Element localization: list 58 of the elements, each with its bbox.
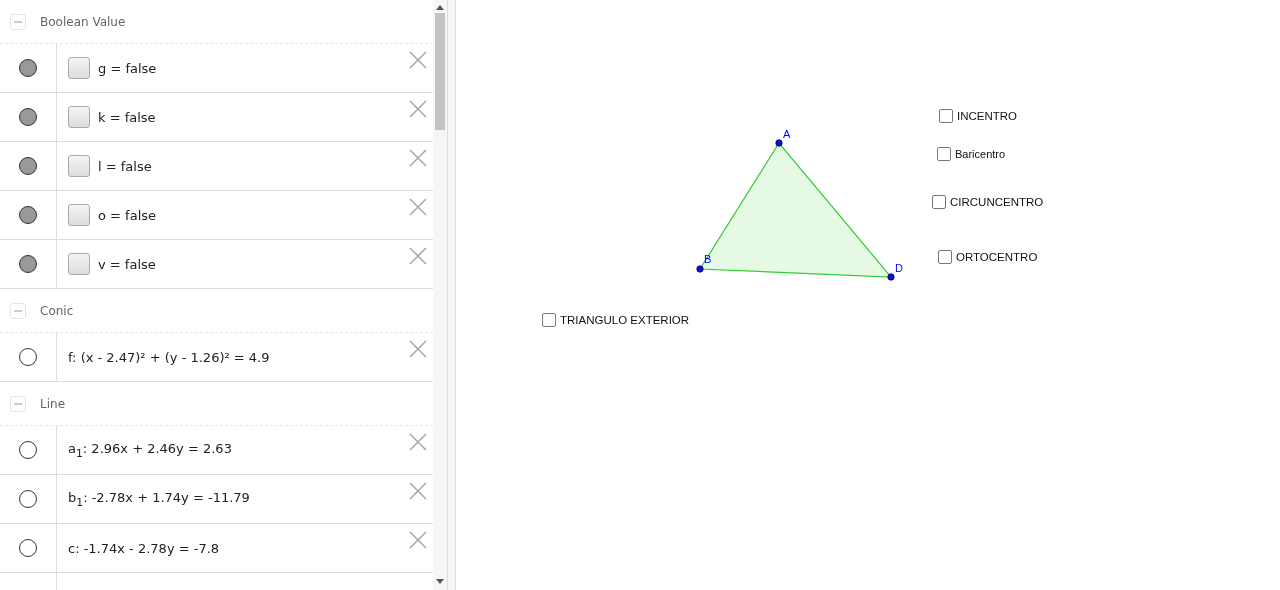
point[interactable]: [696, 265, 704, 273]
scrollbar[interactable]: [433, 0, 447, 590]
checkbox-label[interactable]: CIRCUNCENTRO: [950, 196, 1044, 208]
checkbox[interactable]: [68, 155, 90, 177]
algebra-expression[interactable]: f: (x - 2.47)² + (y - 1.26)² = 4.9: [68, 349, 270, 365]
scroll-thumb[interactable]: [435, 13, 445, 130]
group-title: Boolean Value: [40, 14, 126, 29]
checkbox-label[interactable]: Baricentro: [955, 148, 1006, 160]
checkbox[interactable]: [937, 147, 951, 161]
point-label: D: [895, 262, 903, 274]
close-icon[interactable]: [409, 482, 427, 500]
collapse-toggle[interactable]: [10, 13, 26, 30]
visibility-toggle[interactable]: [19, 108, 37, 126]
close-icon[interactable]: [409, 51, 427, 69]
algebra-expression[interactable]: l = false: [98, 158, 152, 174]
group-title: Line: [40, 396, 65, 411]
close-icon[interactable]: [409, 340, 427, 358]
close-icon[interactable]: [409, 247, 427, 265]
visibility-toggle[interactable]: [19, 157, 37, 175]
algebra-expression[interactable]: k = false: [98, 109, 156, 125]
checkbox-label[interactable]: INCENTRO: [957, 110, 1018, 122]
checkbox[interactable]: [68, 106, 90, 128]
close-icon[interactable]: [409, 198, 427, 216]
scroll-up-icon[interactable]: [436, 5, 444, 10]
checkbox[interactable]: [68, 204, 90, 226]
checkbox[interactable]: [938, 250, 952, 264]
algebra-expression[interactable]: a$_{1}$: 2.96x + 2.46y = 2.63: [68, 440, 232, 460]
algebra-expression[interactable]: v = false: [98, 256, 156, 272]
algebra-expression[interactable]: b$_{1}$: -2.78x + 1.74y = -11.79: [68, 489, 250, 509]
visibility-toggle[interactable]: [19, 441, 37, 459]
checkbox[interactable]: [932, 195, 946, 209]
checkbox[interactable]: [542, 313, 556, 327]
group-title: Conic: [40, 303, 74, 318]
algebra-expression[interactable]: c: -1.74x - 2.78y = -7.8: [68, 540, 220, 556]
checkbox[interactable]: [68, 253, 90, 275]
visibility-toggle[interactable]: [19, 255, 37, 273]
visibility-toggle[interactable]: [19, 206, 37, 224]
checkbox[interactable]: [939, 109, 953, 123]
visibility-toggle[interactable]: [19, 490, 37, 508]
close-icon[interactable]: [409, 531, 427, 549]
checkbox-label[interactable]: ORTOCENTRO: [956, 251, 1038, 263]
point[interactable]: [775, 139, 783, 147]
close-icon[interactable]: [409, 100, 427, 118]
visibility-toggle[interactable]: [19, 59, 37, 77]
point-label: B: [704, 253, 712, 265]
point-label: A: [783, 128, 791, 140]
visibility-toggle[interactable]: [19, 539, 37, 557]
collapse-toggle[interactable]: [10, 395, 26, 412]
algebra-expression[interactable]: g = false: [98, 60, 157, 76]
point[interactable]: [887, 273, 895, 281]
close-icon[interactable]: [409, 149, 427, 167]
collapse-toggle[interactable]: [10, 302, 26, 319]
checkbox-label[interactable]: TRIANGULO EXTERIOR: [560, 314, 690, 326]
close-icon[interactable]: [409, 433, 427, 451]
scroll-down-icon[interactable]: [436, 579, 444, 584]
checkbox[interactable]: [68, 57, 90, 79]
algebra-expression[interactable]: o = false: [98, 207, 157, 223]
visibility-toggle[interactable]: [19, 348, 37, 366]
